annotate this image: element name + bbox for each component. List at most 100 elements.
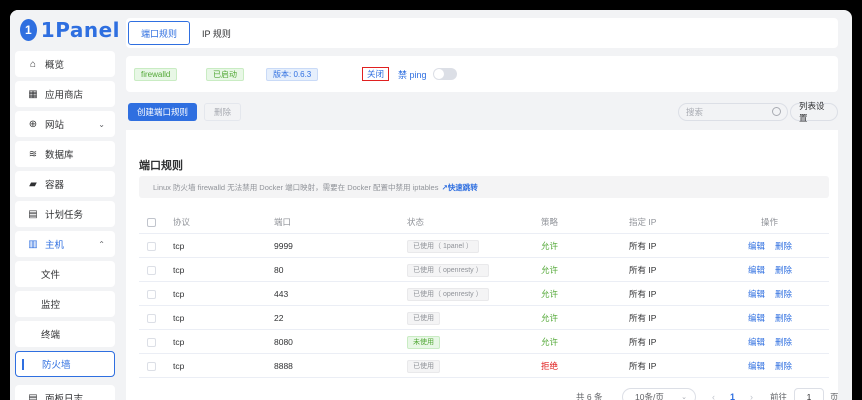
goto-suffix: 页: [830, 392, 839, 400]
edit-button[interactable]: 编辑: [748, 264, 765, 276]
quick-jump-link[interactable]: ↗快速跳转: [441, 182, 477, 193]
create-port-rule-button[interactable]: 创建端口规则: [128, 103, 198, 121]
sidebar-item-label: 终端: [41, 330, 61, 341]
sidebar-item-label: 概览: [45, 60, 65, 71]
cell-protocol: tcp: [173, 313, 185, 323]
sidebar-item-label: 数据库: [45, 150, 74, 161]
header-port[interactable]: 端口: [274, 210, 291, 234]
row-checkbox[interactable]: [147, 289, 156, 299]
table-row: tcp 80 已使用（ openresty ） 允许 所有 IP 编辑 删除: [139, 258, 829, 282]
cell-port: 8888: [274, 361, 293, 371]
sidebar-item-label: 监控: [41, 300, 61, 311]
sidebar-item-database[interactable]: ≋ 数据库: [15, 141, 115, 167]
header-protocol[interactable]: 协议: [173, 210, 190, 234]
table-row: tcp 8080 未使用 允许 所有 IP 编辑 删除: [139, 330, 829, 354]
sidebar-item-label: 文件: [41, 270, 61, 281]
edit-button[interactable]: 编辑: [748, 336, 765, 348]
row-checkbox[interactable]: [147, 265, 156, 275]
row-checkbox[interactable]: [147, 241, 156, 251]
ping-label: 禁 ping: [398, 70, 427, 80]
header-strategy[interactable]: 策略: [541, 210, 558, 234]
sidebar-item-cron[interactable]: ▤ 计划任务: [15, 201, 115, 227]
table-row: tcp 443 已使用（ openresty ） 允许 所有 IP 编辑 删除: [139, 282, 829, 306]
cell-strategy[interactable]: 允许: [541, 234, 558, 258]
port-status-badge: 已使用（ openresty ）: [407, 263, 489, 277]
sidebar-item-overview[interactable]: ⌂ 概览: [15, 51, 115, 77]
pagination-total: 共 6 条: [576, 392, 603, 400]
tab-ip-rules[interactable]: IP 规则: [190, 21, 243, 45]
docker-notice: Linux 防火墙 firewalld 无法禁用 Docker 端口映射，需要在…: [139, 176, 829, 198]
delete-row-button[interactable]: 删除: [775, 288, 792, 300]
next-page-button[interactable]: ›: [750, 388, 753, 400]
cell-strategy[interactable]: 拒绝: [541, 354, 558, 378]
sidebar-item-containers[interactable]: ▰ 容器: [15, 171, 115, 197]
page-size-select[interactable]: 10条/页 ⌄: [622, 388, 696, 400]
header-status[interactable]: 状态: [407, 210, 424, 234]
delete-row-button[interactable]: 删除: [775, 360, 792, 372]
sidebar-item-firewall[interactable]: 防火墙: [15, 351, 115, 377]
sidebar-item-label: 容器: [45, 180, 65, 191]
page-size-value: 10条/页: [635, 392, 664, 400]
toolbar: 创建端口规则 删除 搜索 列表设置: [126, 100, 838, 130]
select-all-checkbox[interactable]: [147, 217, 156, 227]
cell-strategy[interactable]: 允许: [541, 306, 558, 330]
chevron-up-icon: ⌃: [98, 239, 105, 249]
toggle-knob: [434, 69, 444, 79]
sidebar-item-websites[interactable]: ⊕ 网站 ⌄: [15, 111, 115, 137]
delete-row-button[interactable]: 删除: [775, 264, 792, 276]
port-rules-table: 协议 端口 状态 策略 指定 IP 操作 tcp 9999 已使用（ 1panel …: [139, 210, 829, 378]
cell-port: 9999: [274, 241, 293, 251]
header-ip[interactable]: 指定 IP: [629, 210, 656, 234]
database-icon: ≋: [28, 148, 38, 160]
logo-text: 1Panel: [40, 18, 120, 42]
row-checkbox[interactable]: [147, 313, 156, 323]
cell-strategy[interactable]: 允许: [541, 330, 558, 354]
sidebar-item-label: 面板日志: [45, 394, 84, 400]
current-page[interactable]: 1: [730, 388, 735, 400]
edit-button[interactable]: 编辑: [748, 312, 765, 324]
sidebar-item-label: 防火墙: [42, 360, 71, 371]
ping-toggle[interactable]: [433, 68, 457, 80]
cell-ip: 所有 IP: [629, 313, 657, 323]
sidebar-item-app-store[interactable]: ▦ 应用商店: [15, 81, 115, 107]
sidebar-item-terminal[interactable]: 终端: [15, 321, 115, 347]
search-input[interactable]: 搜索: [678, 103, 788, 121]
cell-port: 443: [274, 289, 289, 299]
cell-protocol: tcp: [173, 289, 185, 299]
edit-button[interactable]: 编辑: [748, 240, 765, 252]
cell-strategy[interactable]: 允许: [541, 282, 558, 306]
sidebar: 1 1Panel ⌂ 概览 ▦ 应用商店 ⊕ 网站 ⌄ ≋ 数据库 ▰ 容器 ▤…: [10, 10, 120, 400]
column-settings-button[interactable]: 列表设置: [790, 101, 838, 123]
search-icon[interactable]: [772, 107, 781, 116]
tab-port-rules[interactable]: 端口规则: [128, 21, 191, 45]
close-firewall-button[interactable]: 关闭: [362, 67, 390, 81]
cell-protocol: tcp: [173, 337, 185, 347]
edit-button[interactable]: 编辑: [748, 360, 765, 372]
cell-ip: 所有 IP: [629, 361, 657, 371]
active-indicator: [22, 359, 24, 370]
logo[interactable]: 1 1Panel: [10, 10, 120, 50]
table-header: 协议 端口 状态 策略 指定 IP 操作: [139, 210, 829, 234]
sidebar-item-label: 计划任务: [45, 210, 84, 221]
delete-button[interactable]: 删除: [204, 103, 242, 121]
cell-ip: 所有 IP: [629, 241, 657, 251]
cell-protocol: tcp: [173, 361, 185, 371]
sidebar-item-monitor[interactable]: 监控: [15, 291, 115, 317]
delete-row-button[interactable]: 删除: [775, 312, 792, 324]
docker-icon: ▰: [29, 178, 37, 190]
edit-button[interactable]: 编辑: [748, 288, 765, 300]
prev-page-button[interactable]: ‹: [712, 388, 715, 400]
goto-page-input[interactable]: 1: [794, 388, 824, 400]
sidebar-item-label: 网站: [45, 120, 65, 131]
row-checkbox[interactable]: [147, 337, 156, 347]
delete-row-button[interactable]: 删除: [775, 336, 792, 348]
sidebar-item-logs[interactable]: ▤ 面板日志: [15, 385, 115, 400]
cell-port: 22: [274, 313, 284, 323]
sidebar-item-label: 应用商店: [45, 90, 84, 101]
delete-row-button[interactable]: 删除: [775, 240, 792, 252]
sidebar-item-host[interactable]: ▥ 主机 ⌃: [15, 231, 115, 257]
row-checkbox[interactable]: [147, 361, 156, 371]
version-badge: 版本: 0.6.3: [266, 68, 319, 81]
cell-strategy[interactable]: 允许: [541, 258, 558, 282]
sidebar-item-files[interactable]: 文件: [15, 261, 115, 287]
